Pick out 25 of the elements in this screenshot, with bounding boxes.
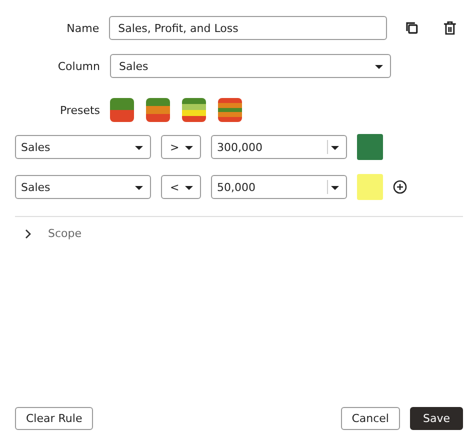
column-label: Column [56, 60, 100, 72]
copy-icon[interactable] [405, 21, 420, 35]
color-swatch[interactable] [357, 174, 383, 200]
operator-dropdown[interactable]: < [161, 175, 201, 199]
cancel-button[interactable]: Cancel [340, 407, 400, 430]
preset-swatch[interactable] [110, 98, 134, 122]
value-combobox[interactable]: 50,000 [211, 175, 347, 199]
color-swatch[interactable] [357, 134, 383, 160]
name-field[interactable]: Sales, Profit, and Loss [109, 16, 388, 40]
chevron-icon[interactable] [24, 228, 32, 238]
name-label: Name [66, 22, 100, 34]
scope-label[interactable]: Scope [48, 227, 82, 240]
trash-icon[interactable] [443, 21, 457, 35]
column-dropdown[interactable]: Sales [110, 54, 391, 78]
add-icon[interactable] [393, 180, 407, 194]
save-button[interactable]: Save [410, 407, 463, 430]
presets-label: Presets [58, 104, 100, 116]
operator-dropdown[interactable]: > [161, 135, 201, 159]
value-combobox[interactable]: 300,000 [211, 135, 347, 159]
column-dropdown[interactable]: Sales [15, 175, 151, 199]
preset-swatch[interactable] [182, 98, 206, 122]
preset-swatch[interactable] [218, 98, 242, 122]
preset-swatch[interactable] [146, 98, 170, 122]
clear-rule-button[interactable]: Clear Rule [15, 407, 94, 430]
column-dropdown[interactable]: Sales [15, 135, 151, 159]
